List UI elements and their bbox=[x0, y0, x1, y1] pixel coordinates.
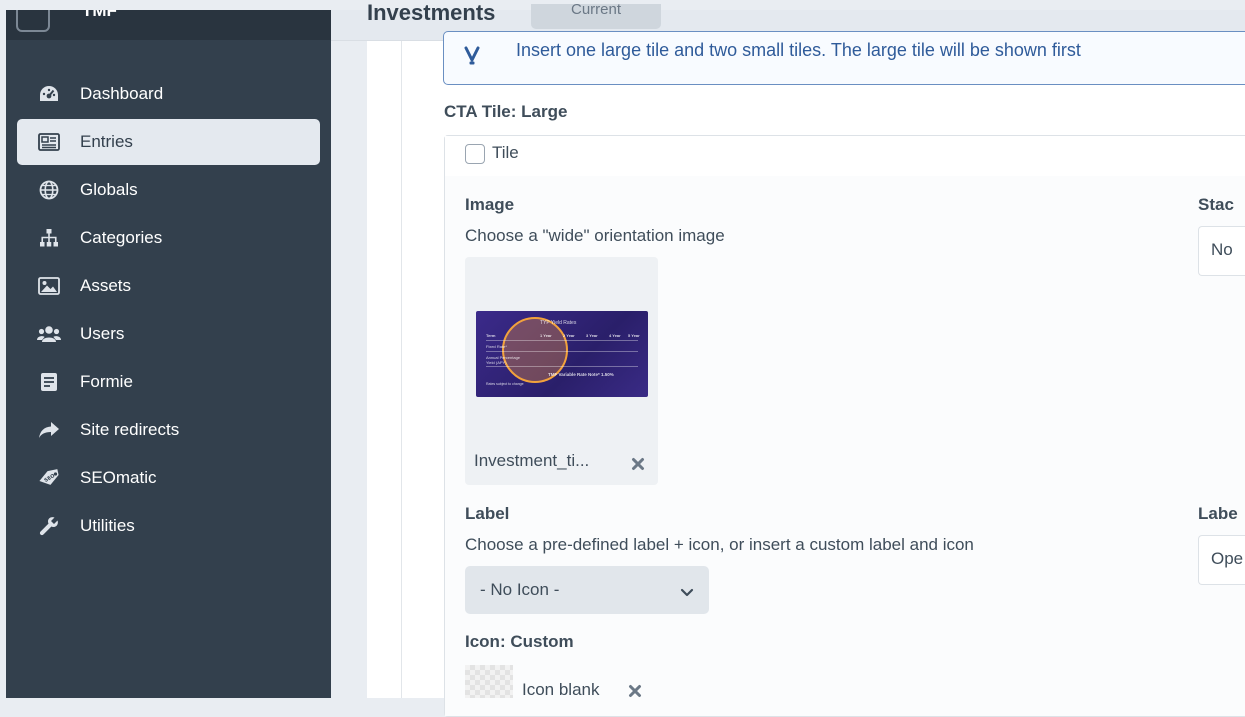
sidebar-item-utilities[interactable]: Utilities bbox=[17, 503, 320, 549]
thumb-rule bbox=[486, 366, 638, 367]
stack-select[interactable]: No bbox=[1198, 226, 1245, 276]
sitemap-icon bbox=[37, 227, 61, 249]
label-text-field-label: Labe bbox=[1198, 504, 1238, 523]
sidebar-item-label: Entries bbox=[80, 132, 133, 151]
label-text-input[interactable]: Ope bbox=[1198, 535, 1245, 585]
sidebar-item-users[interactable]: Users bbox=[17, 311, 320, 357]
sidebar-item-dashboard[interactable]: Dashboard bbox=[17, 71, 320, 117]
label-text-input-value: Ope bbox=[1211, 549, 1244, 568]
sidebar-item-label: Utilities bbox=[80, 516, 135, 535]
matrix-field-label: CTA Tile: Large bbox=[444, 102, 568, 121]
sidebar-item-assets[interactable]: Assets bbox=[17, 263, 320, 309]
thumb-footer: TMF Variable Rate Note* 1.50% bbox=[548, 372, 614, 377]
sidebar-header: TMF bbox=[6, 10, 331, 40]
users-icon bbox=[37, 323, 61, 345]
asset-thumbnail[interactable]: TYP Yield Rates Term 1 Year 2 Year 3 Yea… bbox=[476, 311, 648, 397]
block-select-checkbox[interactable] bbox=[465, 144, 485, 164]
globe-icon bbox=[37, 179, 61, 201]
stack-field-label: Stac bbox=[1198, 195, 1234, 214]
site-logo[interactable] bbox=[16, 10, 50, 32]
thumb-col: 5 Year bbox=[628, 333, 640, 338]
lightbulb-icon bbox=[464, 46, 480, 71]
image-field-label: Image bbox=[465, 195, 515, 214]
entry-form: Insert one large tile and two small tile… bbox=[367, 31, 1245, 717]
label-icon-select-value: - No Icon - bbox=[480, 580, 560, 599]
label-field-instructions: Choose a pre-defined label + icon, or in… bbox=[465, 535, 974, 554]
sidebar-item-seomatic[interactable]: SEO SEOmatic bbox=[17, 455, 320, 501]
sidebar-item-entries[interactable]: Entries bbox=[17, 119, 320, 165]
icon-blank-filename: Icon blank bbox=[522, 680, 600, 699]
thumb-col: 2 Year bbox=[563, 333, 575, 338]
sidebar-item-formie[interactable]: Formie bbox=[17, 359, 320, 405]
block-type-label: Tile bbox=[492, 143, 519, 162]
icon-custom-field-label: Icon: Custom bbox=[465, 632, 574, 651]
wrench-icon bbox=[37, 515, 61, 537]
block-header: Tile bbox=[445, 136, 1245, 176]
sidebar-item-label: Formie bbox=[80, 372, 133, 391]
chevron-down-icon bbox=[680, 585, 694, 603]
thumb-title: TYP Yield Rates bbox=[540, 320, 577, 326]
thumb-col: Term bbox=[486, 333, 496, 338]
thumb-fine-print: Rates subject to change bbox=[486, 382, 524, 386]
sidebar-item-label: Site redirects bbox=[80, 420, 180, 439]
sidebar-nav: Dashboard Entries Globals Categories Ass… bbox=[17, 71, 320, 551]
icon-blank-thumbnail[interactable] bbox=[465, 665, 513, 698]
image-field-instructions: Choose a "wide" orientation image bbox=[465, 226, 725, 245]
sidebar-item-label: Assets bbox=[80, 276, 132, 295]
gauge-icon bbox=[37, 83, 61, 105]
sidebar: TMF Dashboard Entries Globals Categories bbox=[6, 10, 331, 698]
thumb-col: 3 Year bbox=[586, 333, 598, 338]
site-name[interactable]: TMF bbox=[82, 10, 117, 19]
thumb-row: Fixed Rate* bbox=[486, 344, 507, 349]
remove-icon[interactable] bbox=[628, 684, 642, 698]
thumb-rule bbox=[486, 340, 638, 341]
label-icon-select[interactable]: - No Icon - bbox=[465, 566, 709, 614]
asset-filename: Investment_ti... bbox=[474, 451, 590, 470]
seo-tag-icon: SEO bbox=[37, 467, 61, 489]
sidebar-item-site-redirects[interactable]: Site redirects bbox=[17, 407, 320, 453]
thumb-row: Annual Percentage Yield (APY) bbox=[486, 355, 521, 365]
sidebar-item-label: Categories bbox=[80, 228, 163, 247]
field-tip: Insert one large tile and two small tile… bbox=[443, 31, 1245, 85]
remove-icon[interactable] bbox=[631, 457, 645, 471]
asset-card[interactable]: TYP Yield Rates Term 1 Year 2 Year 3 Yea… bbox=[465, 257, 658, 485]
content-divider bbox=[401, 41, 402, 698]
share-arrow-icon bbox=[37, 419, 61, 441]
sidebar-item-categories[interactable]: Categories bbox=[17, 215, 320, 261]
sidebar-item-label: Users bbox=[80, 324, 125, 343]
tip-text: Insert one large tile and two small tile… bbox=[516, 40, 1081, 60]
thumb-col: 4 Year bbox=[609, 333, 621, 338]
thumb-rule bbox=[486, 351, 638, 352]
page-title: Investments bbox=[367, 0, 496, 25]
sidebar-item-label: SEOmatic bbox=[80, 468, 157, 487]
thumb-col: 1 Year bbox=[540, 333, 552, 338]
sidebar-item-label: Globals bbox=[80, 180, 138, 199]
sidebar-item-globals[interactable]: Globals bbox=[17, 167, 320, 213]
label-field-label: Label bbox=[465, 504, 510, 523]
status-badge[interactable]: Current bbox=[531, 2, 661, 29]
image-icon bbox=[37, 275, 61, 297]
stack-select-value: No bbox=[1211, 240, 1233, 259]
sidebar-item-label: Dashboard bbox=[80, 84, 164, 103]
newspaper-icon bbox=[37, 131, 61, 153]
form-icon bbox=[37, 371, 61, 393]
